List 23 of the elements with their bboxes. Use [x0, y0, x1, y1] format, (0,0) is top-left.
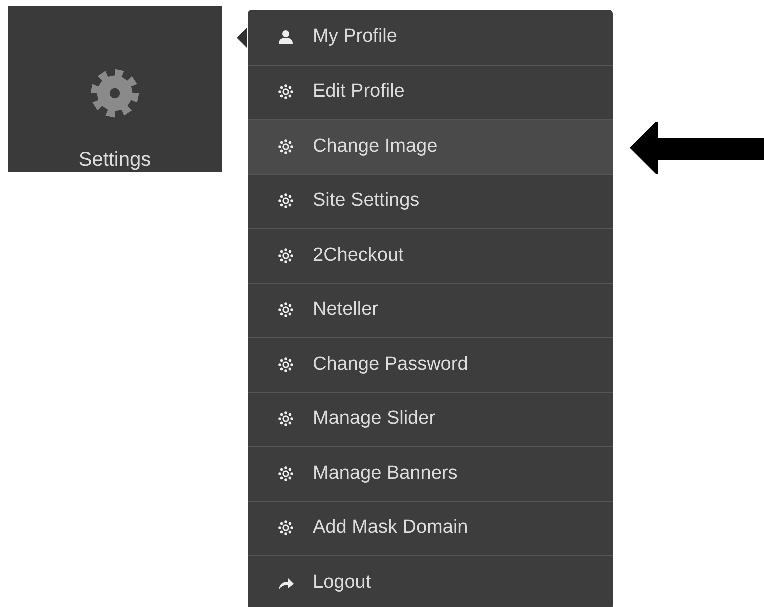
menu-item[interactable]: Change Image: [248, 119, 613, 174]
menu-item[interactable]: Site Settings: [248, 174, 613, 228]
menu-item[interactable]: Manage Slider: [248, 392, 613, 446]
menu-item[interactable]: Change Password: [248, 337, 613, 392]
gear-icon: [278, 411, 294, 428]
menu-item[interactable]: Logout: [248, 555, 613, 607]
settings-tile[interactable]: Settings: [8, 6, 222, 172]
menu-item[interactable]: My Profile: [248, 10, 613, 64]
gear-icon: [278, 84, 294, 100]
gear-icon: [278, 193, 294, 210]
menu-item[interactable]: Add Mask Domain: [248, 500, 613, 555]
gear-icon: [278, 302, 294, 318]
gear-icon: [278, 248, 294, 264]
gear-icon: [278, 520, 294, 536]
menu-item[interactable]: 2Checkout: [248, 228, 613, 282]
tile-label: Settings: [78, 149, 152, 172]
menu-item[interactable]: Neteller: [248, 282, 613, 337]
gear-icon: [278, 138, 294, 155]
menu-item[interactable]: Manage Banners: [248, 446, 613, 500]
gear-icon: [278, 466, 294, 482]
arrow-icon: [630, 120, 764, 176]
gear-icon: [278, 356, 294, 373]
user-icon: [278, 29, 294, 46]
